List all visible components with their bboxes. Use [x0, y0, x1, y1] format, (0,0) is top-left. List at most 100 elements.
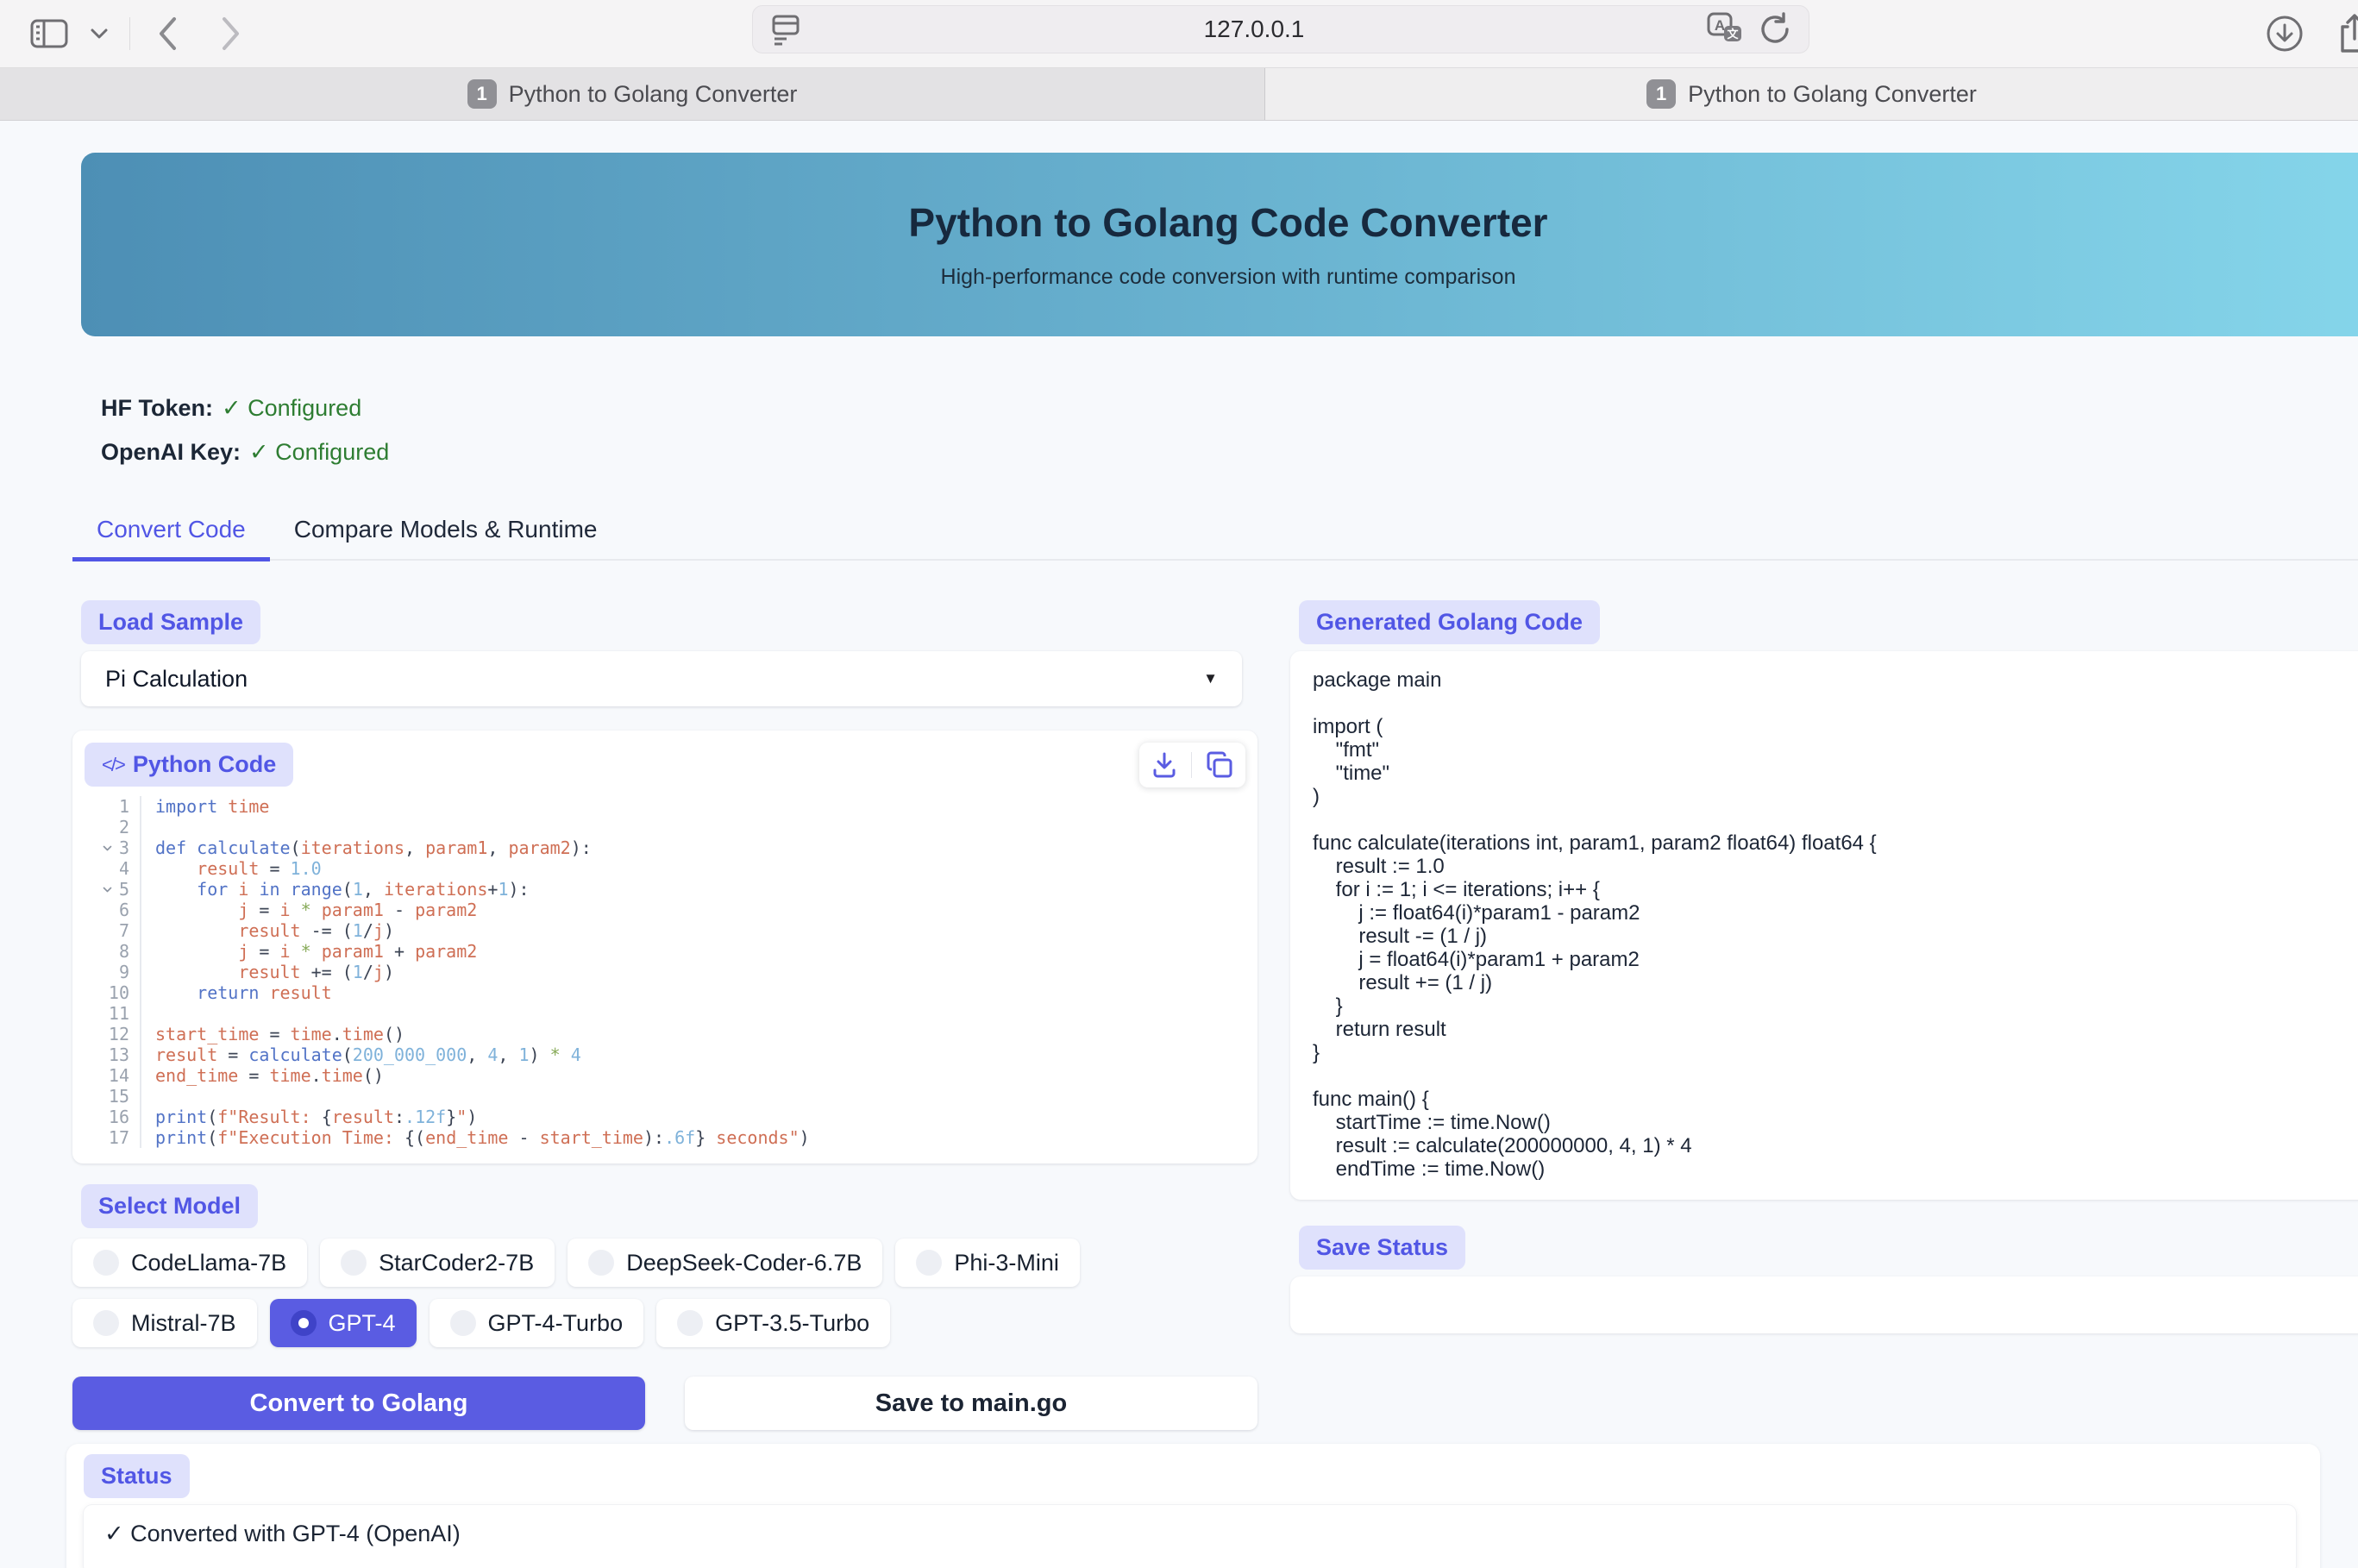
sample-selected-value: Pi Calculation	[105, 666, 248, 693]
model-option-starcoder2-7b[interactable]: StarCoder2-7B	[320, 1239, 555, 1287]
line-gutter: 8	[72, 941, 141, 962]
url-text[interactable]: 127.0.0.1	[801, 16, 1707, 43]
convert-button[interactable]: Convert to Golang	[72, 1377, 645, 1430]
code-text: j = i * param1 - param2	[141, 900, 477, 920]
translate-icon[interactable]: A文	[1707, 12, 1743, 47]
radio-icon	[93, 1310, 119, 1336]
golang-code-line	[1313, 692, 2358, 715]
golang-code-line: result := 1.0	[1313, 855, 2358, 878]
status-section: Status ✓ Converted with GPT-4 (OpenAI)	[66, 1444, 2320, 1568]
radio-icon	[341, 1250, 367, 1276]
tab-compare-models-runtime[interactable]: Compare Models & Runtime	[270, 516, 622, 559]
golang-code-label: Generated Golang Code	[1299, 600, 1600, 644]
line-number: 13	[109, 1044, 129, 1065]
fold-spacer	[101, 819, 116, 835]
line-gutter: 16	[72, 1107, 141, 1127]
sidebar-toggle-icon[interactable]	[29, 16, 69, 51]
code-text	[141, 817, 166, 837]
tab-count-badge: 1	[467, 79, 497, 109]
model-option-codellama-7b[interactable]: CodeLlama-7B	[72, 1239, 307, 1287]
code-line: 14end_time = time.time()	[72, 1065, 1257, 1086]
golang-code-area[interactable]: package main import ( "fmt" "time") func…	[1290, 651, 2358, 1200]
golang-code-line: startTime := time.Now()	[1313, 1111, 2358, 1134]
code-text	[141, 1086, 166, 1107]
model-option-label: GPT-4-Turbo	[488, 1310, 624, 1337]
code-line: 9 result += (1/j)	[72, 962, 1257, 982]
tab-convert-code[interactable]: Convert Code	[72, 516, 270, 561]
fold-spacer	[91, 1130, 106, 1145]
line-number: 3	[119, 837, 129, 858]
golang-code-line: result := calculate(200000000, 4, 1) * 4	[1313, 1134, 2358, 1157]
code-text: result = 1.0	[141, 858, 322, 879]
line-gutter: 14	[72, 1065, 141, 1086]
line-gutter: 2	[72, 817, 141, 837]
code-line: 11	[72, 1003, 1257, 1024]
browser-tab[interactable]: 1Python to Golang Converter	[1265, 68, 2358, 120]
sample-dropdown[interactable]: Pi Calculation ▼	[81, 651, 1242, 706]
save-status-area	[1290, 1276, 2358, 1333]
line-gutter: 10	[72, 982, 141, 1003]
address-bar[interactable]: 127.0.0.1 A文	[752, 5, 1809, 53]
tab-count-badge: 1	[1646, 79, 1676, 109]
download-code-icon[interactable]	[1151, 751, 1177, 779]
model-option-mistral-7b[interactable]: Mistral-7B	[72, 1299, 257, 1347]
back-button-icon[interactable]	[156, 16, 179, 52]
line-number: 1	[119, 796, 129, 817]
python-code-area[interactable]: 1import time2 3def calculate(iterations,…	[72, 796, 1257, 1148]
python-editor-card: </> Python Code 1	[72, 731, 1257, 1163]
browser-toolbar: 127.0.0.1 A文	[0, 0, 2358, 67]
app-title: Python to Golang Code Converter	[908, 199, 1547, 246]
code-line: 4 result = 1.0	[72, 858, 1257, 879]
config-status-value: ✓ Configured	[249, 439, 389, 465]
dropdown-caret-icon: ▼	[1203, 670, 1218, 687]
model-options: CodeLlama-7B StarCoder2-7B DeepSeek-Coder-…	[72, 1239, 1257, 1347]
line-gutter: 5	[72, 879, 141, 900]
golang-code-line: func main() {	[1313, 1088, 2358, 1111]
tab-title: Python to Golang Converter	[509, 81, 798, 108]
line-number: 17	[109, 1127, 129, 1148]
code-text: result = calculate(200_000_000, 4, 1) * …	[141, 1044, 581, 1065]
model-option-phi-3-mini[interactable]: Phi-3-Mini	[895, 1239, 1080, 1287]
fold-chevron-icon[interactable]	[101, 881, 116, 897]
share-icon[interactable]	[2337, 13, 2358, 54]
forward-button-icon[interactable]	[220, 16, 242, 52]
code-line: 5 for i in range(1, iterations+1):	[72, 879, 1257, 900]
downloads-icon[interactable]	[2265, 14, 2305, 53]
line-gutter: 4	[72, 858, 141, 879]
fold-chevron-icon[interactable]	[101, 840, 116, 856]
line-number: 16	[109, 1107, 129, 1127]
model-option-gpt-4-turbo[interactable]: GPT-4-Turbo	[430, 1299, 644, 1347]
golang-code-line: j := float64(i)*param1 - param2	[1313, 901, 2358, 925]
code-text: print(f"Result: {result:.12f}")	[141, 1107, 477, 1127]
line-number: 2	[119, 817, 129, 837]
golang-code-line: import (	[1313, 715, 2358, 738]
golang-code-line: result -= (1 / j)	[1313, 925, 2358, 948]
copy-code-icon[interactable]	[1206, 751, 1233, 779]
model-option-gpt-3-5-turbo[interactable]: GPT-3.5-Turbo	[656, 1299, 890, 1347]
sidebar-chevron-down-icon[interactable]	[90, 28, 109, 40]
code-text: for i in range(1, iterations+1):	[141, 879, 530, 900]
line-number: 15	[109, 1086, 129, 1107]
config-row: HF Token:✓ Configured	[101, 395, 2358, 422]
model-option-gpt-4[interactable]: GPT-4	[270, 1299, 417, 1347]
reload-icon[interactable]	[1759, 12, 1791, 47]
golang-code-line	[1313, 1064, 2358, 1088]
code-line: 6 j = i * param1 - param2	[72, 900, 1257, 920]
golang-code-line: "time"	[1313, 762, 2358, 785]
browser-tab[interactable]: 1 Python to Golang Converter	[0, 68, 1265, 120]
fold-spacer	[91, 1047, 106, 1063]
fold-spacer	[101, 964, 116, 980]
fold-spacer	[91, 1088, 106, 1104]
model-option-label: GPT-4	[329, 1310, 396, 1337]
line-number: 5	[119, 879, 129, 900]
tab-bar: 1Python to Golang Converter1Python to Go…	[0, 67, 2358, 121]
code-text: print(f"Execution Time: {(end_time - sta…	[141, 1127, 810, 1148]
page-appearance-icon[interactable]	[770, 13, 801, 46]
golang-code-line: for i := 1; i <= iterations; i++ {	[1313, 878, 2358, 901]
save-button[interactable]: Save to main.go	[685, 1377, 1257, 1430]
code-line: 12start_time = time.time()	[72, 1024, 1257, 1044]
line-gutter: 12	[72, 1024, 141, 1044]
svg-text:文: 文	[1727, 28, 1739, 41]
code-text: end_time = time.time()	[141, 1065, 384, 1086]
model-option-deepseek-coder-6-7b[interactable]: DeepSeek-Coder-6.7B	[568, 1239, 882, 1287]
